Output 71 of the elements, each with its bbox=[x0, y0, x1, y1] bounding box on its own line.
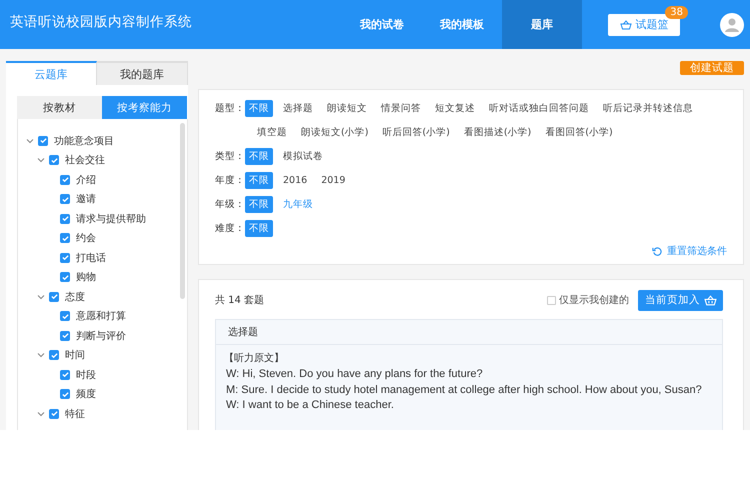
checkbox[interactable] bbox=[60, 174, 70, 185]
result-count: 共 14 套题 bbox=[215, 294, 266, 307]
filter-option[interactable]: 模拟试卷 bbox=[279, 148, 327, 165]
caret-icon[interactable] bbox=[37, 351, 45, 360]
checkbox[interactable] bbox=[49, 350, 59, 360]
filter-tab[interactable]: 按教材 bbox=[17, 96, 102, 119]
app-title: 英语听说校园版内容制作系统 bbox=[9, 13, 193, 31]
checkbox[interactable] bbox=[60, 272, 70, 282]
transcript-line: W: I want to be a Chinese teacher. bbox=[225, 398, 395, 413]
refresh-icon bbox=[652, 246, 663, 256]
filter-option[interactable]: 朗读短文 bbox=[323, 100, 371, 117]
tree-item[interactable]: 打电话 bbox=[76, 250, 106, 265]
transcript-line: W: Hi, Steven. Do you have any plans for the future? bbox=[225, 367, 484, 382]
tree-item[interactable]: 社会交往 bbox=[65, 153, 105, 168]
tree-item[interactable]: 介绍 bbox=[76, 172, 96, 187]
tree-item[interactable]: 判断与评价 bbox=[76, 328, 126, 343]
transcript-line: M: Sure. I decide to study hotel management at college after high school. How about you, Susan? bbox=[225, 382, 703, 398]
filter-option[interactable]: 2019 bbox=[317, 172, 350, 189]
caret-icon[interactable] bbox=[37, 156, 45, 164]
filter-option[interactable]: 听对话或独白回答问题 bbox=[485, 100, 593, 117]
tree-item[interactable]: 时间 bbox=[65, 348, 85, 362]
filter-option[interactable]: 听后记录并转述信息 bbox=[599, 100, 697, 117]
filter-option[interactable]: 看图回答(小学) bbox=[541, 124, 617, 141]
caret-icon[interactable] bbox=[37, 292, 45, 301]
filter-option[interactable]: 填空题 bbox=[253, 124, 291, 141]
count-badge: 38 bbox=[665, 6, 688, 18]
checkbox[interactable] bbox=[60, 233, 70, 244]
checkbox[interactable] bbox=[49, 408, 59, 419]
filter-option[interactable]: 选择题 bbox=[279, 100, 317, 117]
avatar-icon[interactable] bbox=[720, 12, 744, 36]
tree-item[interactable]: 购物 bbox=[76, 270, 96, 284]
checkbox[interactable] bbox=[38, 136, 48, 146]
filter-option[interactable]: 短文复述 bbox=[431, 100, 479, 117]
tree-item[interactable]: 功能意念项目 bbox=[54, 134, 114, 148]
checkbox[interactable] bbox=[49, 292, 59, 302]
nav-tab[interactable]: 题库 bbox=[502, 0, 582, 49]
filter-label: 难度： bbox=[215, 222, 245, 236]
checkbox[interactable] bbox=[60, 214, 70, 224]
tree-item[interactable]: 时段 bbox=[76, 368, 96, 382]
filter-label: 年级： bbox=[215, 198, 245, 212]
section-heading: 【听力原文】 bbox=[224, 352, 285, 365]
filter-option[interactable]: 听后回答(小学) bbox=[378, 124, 454, 141]
checkbox[interactable] bbox=[60, 311, 70, 322]
tree-item[interactable]: 特征 bbox=[65, 406, 85, 421]
checkbox[interactable] bbox=[60, 370, 70, 380]
checkbox[interactable] bbox=[60, 330, 70, 341]
caret-icon[interactable] bbox=[37, 410, 45, 418]
checkbox[interactable] bbox=[60, 194, 70, 204]
filter-label: 题型： bbox=[215, 102, 245, 116]
tree-item[interactable]: 频度 bbox=[76, 387, 96, 402]
tree-item[interactable]: 态度 bbox=[65, 290, 85, 304]
filter-option[interactable]: 2016 bbox=[279, 172, 312, 189]
filter-option[interactable]: 情景问答 bbox=[377, 100, 425, 117]
only-mine-checkbox[interactable]: 仅显示我创建的 bbox=[547, 293, 629, 307]
checkbox[interactable] bbox=[49, 155, 59, 166]
checkbox[interactable] bbox=[60, 252, 70, 263]
scrollbar[interactable] bbox=[180, 123, 185, 299]
filter-option[interactable]: 朗读短文(小学) bbox=[297, 124, 372, 141]
tree-item[interactable]: 约会 bbox=[76, 231, 96, 246]
filter-label: 年度： bbox=[215, 174, 245, 188]
caret-icon[interactable] bbox=[26, 136, 34, 145]
basket-icon bbox=[620, 20, 632, 30]
filter-label: 类型： bbox=[215, 150, 245, 164]
tree-item[interactable]: 邀请 bbox=[76, 192, 96, 206]
question-type: 选择题 bbox=[216, 320, 722, 345]
library-tab[interactable]: 我的题库 bbox=[97, 61, 188, 85]
tree-item[interactable]: 意愿和打算 bbox=[76, 309, 126, 324]
tree-item[interactable]: 请求与提供帮助 bbox=[76, 212, 146, 226]
checkbox[interactable] bbox=[60, 389, 70, 400]
filter-option[interactable]: 看图描述(小学) bbox=[460, 124, 536, 141]
basket-icon bbox=[704, 294, 717, 306]
